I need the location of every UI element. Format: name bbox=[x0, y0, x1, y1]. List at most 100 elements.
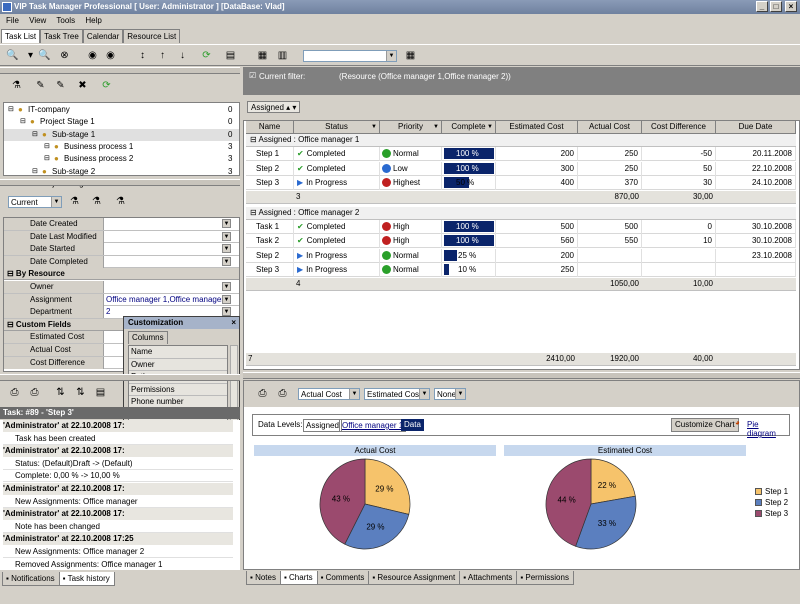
expand-icon[interactable]: ⊟ bbox=[32, 129, 38, 141]
chevron-down-icon[interactable]: ▼ bbox=[222, 219, 231, 228]
chart-series-select-3[interactable]: None ▼ bbox=[434, 388, 466, 400]
tree-node[interactable]: ⊟ ● Business process 2 3 bbox=[4, 153, 239, 165]
layout-icon[interactable]: ▥ bbox=[274, 48, 291, 64]
grid-column-header[interactable]: Status ▼ bbox=[294, 121, 380, 134]
grid-group-row[interactable]: ⊟ Assigned : Office manager 1 bbox=[246, 134, 796, 147]
chevron-down-icon[interactable]: ▼ bbox=[222, 231, 231, 241]
sort-asc-icon[interactable]: ⇅ bbox=[52, 385, 69, 401]
grid-column-header[interactable]: Estimated Cost bbox=[496, 121, 578, 134]
filter-row[interactable]: Date Created ▼ bbox=[4, 218, 239, 231]
tab-notifications[interactable]: ▪ Notifications bbox=[2, 572, 60, 586]
chevron-down-icon[interactable]: ▼ bbox=[222, 307, 231, 317]
chart-series-select-1[interactable]: Actual Cost ▼ bbox=[298, 388, 360, 400]
minimize-button[interactable]: _ bbox=[756, 1, 768, 12]
move-up-icon[interactable]: ↑ bbox=[154, 48, 171, 64]
chevron-down-icon[interactable]: ▼ bbox=[222, 282, 231, 291]
filter-select[interactable]: Current ▼ bbox=[8, 196, 62, 208]
edit-task-icon[interactable]: 🔍 bbox=[36, 48, 53, 64]
tab-task-tree[interactable]: Task Tree bbox=[40, 29, 83, 43]
tab-attachments[interactable]: ▪ Attachments bbox=[459, 571, 518, 585]
chevron-down-icon[interactable]: ▼ bbox=[371, 121, 377, 133]
data-level-office-manager[interactable]: Office manager 1 bbox=[339, 419, 407, 432]
menu-tools[interactable]: Tools bbox=[56, 16, 75, 25]
expand-icon[interactable]: ⊟ bbox=[20, 116, 26, 128]
table-row[interactable]: Step 1 ✔ Completed Normal 100 % 200 250 -50 20.1… bbox=[246, 147, 796, 161]
data-level-assigned[interactable]: Assigned bbox=[303, 419, 342, 432]
chevron-down-icon[interactable]: ▼ bbox=[222, 294, 231, 304]
grid-column-header[interactable]: Cost Difference bbox=[642, 121, 716, 134]
move-down-icon[interactable]: ↓ bbox=[174, 48, 191, 64]
grid-column-header[interactable]: Priority ▼ bbox=[380, 121, 442, 134]
filter-row[interactable]: Date Last Modified ▼ bbox=[4, 230, 239, 244]
tree-node[interactable]: ⊟ ● Sub-stage 2 3 bbox=[4, 166, 239, 178]
close-icon[interactable]: × bbox=[231, 317, 236, 329]
ungroup-icon[interactable]: ◉ bbox=[102, 48, 119, 64]
delete-task-icon[interactable]: ⊗ bbox=[56, 48, 73, 64]
table-row[interactable]: Step 2 ✔ Completed Low 100 % 300 250 50 22.10.20… bbox=[246, 161, 796, 176]
network-icon[interactable]: ▦ bbox=[402, 48, 419, 64]
customization-tab-columns[interactable]: Columns bbox=[128, 331, 168, 344]
move-icon[interactable]: ↕ bbox=[134, 48, 151, 64]
filter-clear-icon[interactable]: ⚗ bbox=[112, 194, 129, 210]
right-splitter[interactable] bbox=[243, 372, 800, 379]
refresh-icon[interactable]: ⟳ bbox=[198, 48, 215, 64]
grid-column-header[interactable]: Due Date bbox=[716, 121, 796, 134]
menu-view[interactable]: View bbox=[29, 16, 46, 25]
chart-series-select-2[interactable]: Estimated Cost ▼ bbox=[364, 388, 430, 400]
add-node-icon[interactable]: ✎ bbox=[32, 78, 49, 94]
chevron-down-icon[interactable]: ▼ bbox=[487, 121, 493, 133]
tree-node[interactable]: ⊟ ● IT-company 0 bbox=[4, 104, 239, 116]
expand-icon[interactable]: ⊟ bbox=[44, 153, 50, 165]
tab-resource-list[interactable]: Resource List bbox=[123, 29, 181, 43]
filter-row[interactable]: Owner ▼ bbox=[4, 281, 239, 294]
grid-group-row[interactable]: ⊟ Assigned : Office manager 2 bbox=[246, 206, 796, 220]
tab-task-history[interactable]: ▪ Task history bbox=[58, 572, 115, 586]
chart-print-icon[interactable]: ⎙ bbox=[254, 386, 271, 402]
filter-group-header[interactable]: ⊟ By Resource bbox=[4, 268, 239, 281]
expand-icon[interactable]: ⊟ bbox=[32, 166, 38, 178]
grid-column-header[interactable]: Complete ▼ bbox=[442, 121, 496, 134]
expand-icon[interactable]: ⊟ bbox=[44, 141, 50, 153]
tree-node[interactable]: ⊟ ● Business process 1 3 bbox=[4, 141, 239, 153]
customization-column-item[interactable]: Owner bbox=[129, 358, 227, 372]
chevron-down-icon[interactable]: ▼ bbox=[433, 121, 439, 133]
table-row[interactable]: Step 3 ▶ In Progress Normal 10 % 250 bbox=[246, 263, 796, 277]
toolbar-combo[interactable]: ▼ bbox=[303, 50, 397, 62]
sort-desc-icon[interactable]: ⇅ bbox=[72, 385, 89, 401]
chevron-down-icon[interactable]: ▼ bbox=[222, 244, 231, 254]
left-splitter-mid[interactable] bbox=[0, 179, 240, 186]
menu-file[interactable]: File bbox=[6, 16, 19, 25]
grid-column-header[interactable]: Name bbox=[246, 121, 294, 134]
print-icon[interactable]: ⎙ bbox=[6, 385, 23, 401]
print-preview-icon[interactable]: ⎙ bbox=[26, 385, 43, 401]
chart-preview-icon[interactable]: ⎙ bbox=[274, 386, 291, 402]
flag-icon[interactable]: ▤ bbox=[222, 48, 239, 64]
group-icon[interactable]: ◉ bbox=[84, 48, 101, 64]
tab-permissions[interactable]: ▪ Permissions bbox=[516, 571, 574, 585]
tab-calendar[interactable]: Calendar bbox=[82, 29, 124, 43]
close-button[interactable]: × bbox=[785, 1, 797, 12]
left-splitter-top[interactable] bbox=[0, 67, 240, 74]
tab-task-list[interactable]: Task List bbox=[1, 29, 41, 43]
tab-comments[interactable]: ▪ Comments bbox=[316, 571, 370, 585]
columns-icon[interactable]: ▦ bbox=[254, 48, 271, 64]
data-level-data[interactable]: Data bbox=[401, 419, 424, 431]
table-row[interactable]: Step 2 ▶ In Progress Normal 25 % 200 23.10.200… bbox=[246, 248, 796, 263]
tree-node[interactable]: ⊟ ● Project Stage 1 0 bbox=[4, 116, 239, 128]
tree-node[interactable]: ⊟ ● Sub-stage 1 0 bbox=[4, 128, 239, 141]
options-icon[interactable]: ▤ bbox=[92, 385, 109, 401]
grid-column-header[interactable]: Actual Cost bbox=[578, 121, 642, 134]
left-splitter-bottom[interactable] bbox=[0, 374, 240, 381]
edit-node-icon[interactable]: ✎ bbox=[52, 78, 69, 94]
table-row[interactable]: Step 3 ▶ In Progress Highest 50 % 400 370 30 24.… bbox=[246, 176, 796, 190]
filter-row[interactable]: Date Completed ▼ bbox=[4, 255, 239, 269]
filter-icon[interactable]: ⚗ bbox=[8, 78, 25, 94]
customization-column-item[interactable]: Name bbox=[129, 346, 227, 359]
delete-node-icon[interactable]: ✖ bbox=[74, 78, 91, 94]
filter-edit-icon[interactable]: ⚗ bbox=[88, 194, 105, 210]
tab-resource-assignment[interactable]: ▪ Resource Assignment bbox=[368, 571, 461, 585]
filter-row[interactable]: Assignment Office manager 1,Office manage… bbox=[4, 293, 239, 316]
tab-notes[interactable]: ▪ Notes bbox=[246, 571, 281, 585]
menu-help[interactable]: Help bbox=[85, 16, 101, 25]
chevron-down-icon[interactable]: ▼ bbox=[222, 256, 231, 266]
